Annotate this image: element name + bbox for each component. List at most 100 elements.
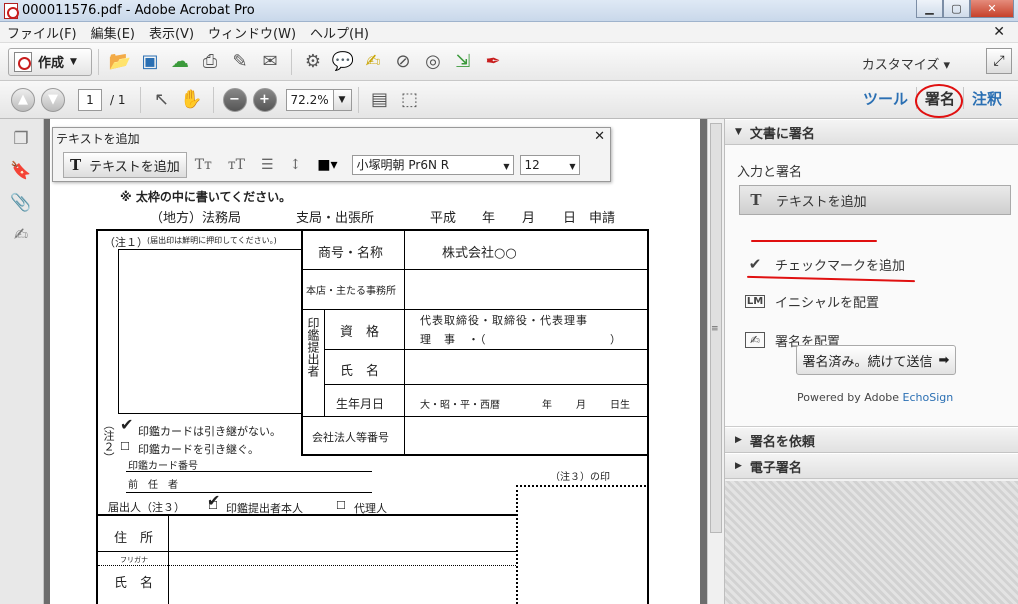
menu-help[interactable]: ヘルプ(H): [303, 23, 376, 42]
fullscreen-icon[interactable]: ⤢: [986, 48, 1012, 74]
hand-tool-icon[interactable]: ✋: [177, 86, 207, 114]
add-text-button[interactable]: T テキストを追加: [63, 152, 187, 178]
chevron-down-icon: ▼: [70, 56, 77, 67]
panel-empty-area: [725, 481, 1018, 604]
email-icon[interactable]: ✉: [255, 48, 285, 76]
save-icon[interactable]: ▣: [135, 48, 165, 76]
page-thumbnails-icon[interactable]: ❐: [10, 129, 32, 151]
char-spacing-icon[interactable]: ↕: [290, 157, 302, 173]
remove-document-icon[interactable]: ⊘: [388, 48, 418, 76]
form-header-year: 年: [482, 211, 496, 226]
triangle-right-icon: ▶: [735, 461, 742, 471]
shimei2-label: 氏 名: [114, 576, 154, 591]
checkmark-icon: ✔: [748, 255, 762, 273]
font-select[interactable]: 小塚明朝 Pr6N R: [351, 155, 514, 176]
label-kaisha-no: 会社法人等番号: [312, 431, 389, 444]
page-number-input[interactable]: 1: [78, 88, 102, 111]
create-button[interactable]: 作成 ▼: [8, 47, 92, 76]
document-view: ※ 太枠の中に書いてください。 （地方）法務局 支局・出張所 平成 年 月 日 …: [44, 119, 707, 604]
chu3-stamp-box: [516, 485, 646, 604]
export-icon[interactable]: ⇲: [448, 48, 478, 76]
increase-font-icon[interactable]: тT: [228, 157, 245, 173]
menu-view[interactable]: 表示(V): [142, 23, 201, 42]
highlight-icon[interactable]: ✍: [358, 48, 388, 76]
signatures-icon[interactable]: ✍: [10, 225, 32, 247]
minimize-button[interactable]: ▁: [916, 0, 943, 18]
document-scrollbar[interactable]: ≡: [707, 119, 724, 604]
navigation-pane: ❐ 🔖 📎 ✍: [0, 119, 44, 604]
value-shikaku-2: 理 事 ・（: [420, 333, 487, 346]
close-document-icon[interactable]: ✕: [986, 24, 1012, 40]
fit-page-icon[interactable]: ▤: [365, 86, 395, 114]
powered-by: Powered by Adobe EchoSign: [797, 391, 954, 404]
text-tool-icon: T: [750, 191, 762, 209]
todoke-label: 届出人（注３）: [108, 501, 185, 514]
value-shikaku-1: 代表取締役・取締役・代表理事: [420, 314, 588, 327]
label-honten: 本店・主たる事務所: [306, 286, 396, 297]
section-esign[interactable]: ▶ 電子署名: [725, 453, 1018, 479]
section-sign-doc[interactable]: ▼ 文書に署名: [725, 119, 1018, 145]
form-chu2: （注２）: [102, 419, 115, 463]
form-note1: （注１）: [104, 236, 148, 249]
select-cursor-icon[interactable]: ↖: [147, 86, 177, 114]
label-shikaku: 資 格: [340, 325, 380, 340]
print-icon[interactable]: ⎙: [195, 48, 225, 76]
navigation-toolbar: ▲ ▼ 1 / 1 ↖ ✋ − + 72.2% ▼ ▤ ⬚ ツール 署名 注釈: [0, 81, 1018, 119]
zoom-in-icon[interactable]: +: [252, 87, 277, 112]
checkbox-icon: ☐: [120, 440, 130, 453]
attachments-icon[interactable]: 📎: [10, 193, 32, 215]
close-window-button[interactable]: ✕: [970, 0, 1014, 18]
value-umare: 日生: [610, 400, 630, 411]
zoom-input[interactable]: 72.2%: [285, 88, 334, 111]
decrease-font-icon[interactable]: Tт: [195, 157, 212, 173]
line-spacing-icon[interactable]: ☰: [261, 157, 274, 173]
sign-doc-body: 入力と署名 T テキストを追加 ✔ チェックマークを追加 LM イニシャルを配置 ✍ 署…: [725, 145, 1018, 427]
open-folder-icon[interactable]: 📂: [105, 48, 135, 76]
signed-send-button[interactable]: 署名済み。続けて送信 ➡: [796, 345, 956, 375]
checkbox-icon-2: ☐: [336, 499, 346, 512]
add-text-toolbar-title: テキストを追加: [56, 132, 140, 146]
stamp-box: [118, 249, 302, 414]
settings-icon[interactable]: ⚙: [298, 48, 328, 76]
window-title: 000011576.pdf - Adobe Acrobat Pro: [22, 3, 255, 18]
edit-document-icon[interactable]: ✎: [225, 48, 255, 76]
fit-width-icon[interactable]: ⬚: [395, 86, 425, 114]
bookmarks-icon[interactable]: 🔖: [10, 161, 32, 183]
section-request-sign[interactable]: ▶ 署名を依頼: [725, 427, 1018, 453]
form-header-branch: 支局・出張所: [296, 211, 375, 226]
jusho-label: 住 所: [114, 531, 154, 546]
add-checkmark-item[interactable]: ✔ チェックマークを追加: [739, 249, 1011, 279]
sign-document-icon[interactable]: ✒: [478, 48, 508, 76]
add-text-item[interactable]: T テキストを追加: [739, 185, 1011, 215]
close-icon[interactable]: ✕: [594, 129, 605, 144]
initials-icon: LM: [745, 294, 765, 308]
label-seinen: 生年月日: [336, 397, 385, 411]
zoom-out-icon[interactable]: −: [222, 87, 247, 112]
upload-cloud-icon[interactable]: ☁: [165, 48, 195, 76]
zoom-dropdown-icon[interactable]: ▼: [333, 88, 352, 111]
customize-menu[interactable]: カスタマイズ ▾: [862, 54, 950, 73]
card-number-label: 印鑑カード番号: [128, 461, 198, 472]
card-option-2: 印鑑カードを引き継ぐ。: [138, 443, 259, 456]
page-total: / 1: [110, 92, 126, 107]
text-color-icon[interactable]: ■▾: [317, 157, 337, 173]
menu-edit[interactable]: 編集(E): [84, 23, 142, 42]
check-mark-icon-2: ✔: [207, 491, 221, 510]
pdf-file-icon: [4, 2, 19, 19]
main-toolbar: 作成 ▼ 📂 ▣ ☁ ⎙ ✎ ✉ ⚙ 💬 ✍ ⊘ ◎ ⇲ ✒ カスタマイズ ▾ …: [0, 43, 1018, 81]
tab-tools[interactable]: ツール: [855, 88, 916, 109]
next-page-icon[interactable]: ▼: [41, 87, 65, 112]
tab-comment[interactable]: 注釈: [964, 88, 1010, 109]
scan-document-icon[interactable]: ◎: [418, 48, 448, 76]
menu-window[interactable]: ウィンドウ(W): [201, 23, 303, 42]
tab-sign[interactable]: 署名: [914, 83, 963, 118]
arrow-right-icon: ➡: [938, 352, 950, 368]
prev-page-icon[interactable]: ▲: [11, 87, 35, 112]
place-initials-item[interactable]: LM イニシャルを配置: [739, 286, 1011, 316]
echosign-link[interactable]: EchoSign: [903, 391, 954, 404]
maximize-button[interactable]: ▢: [943, 0, 970, 18]
menu-file[interactable]: ファイル(F): [0, 23, 84, 42]
comment-icon[interactable]: 💬: [328, 48, 358, 76]
font-size-select[interactable]: 12: [519, 155, 580, 176]
zennin-label: 前 任 者: [128, 480, 178, 491]
